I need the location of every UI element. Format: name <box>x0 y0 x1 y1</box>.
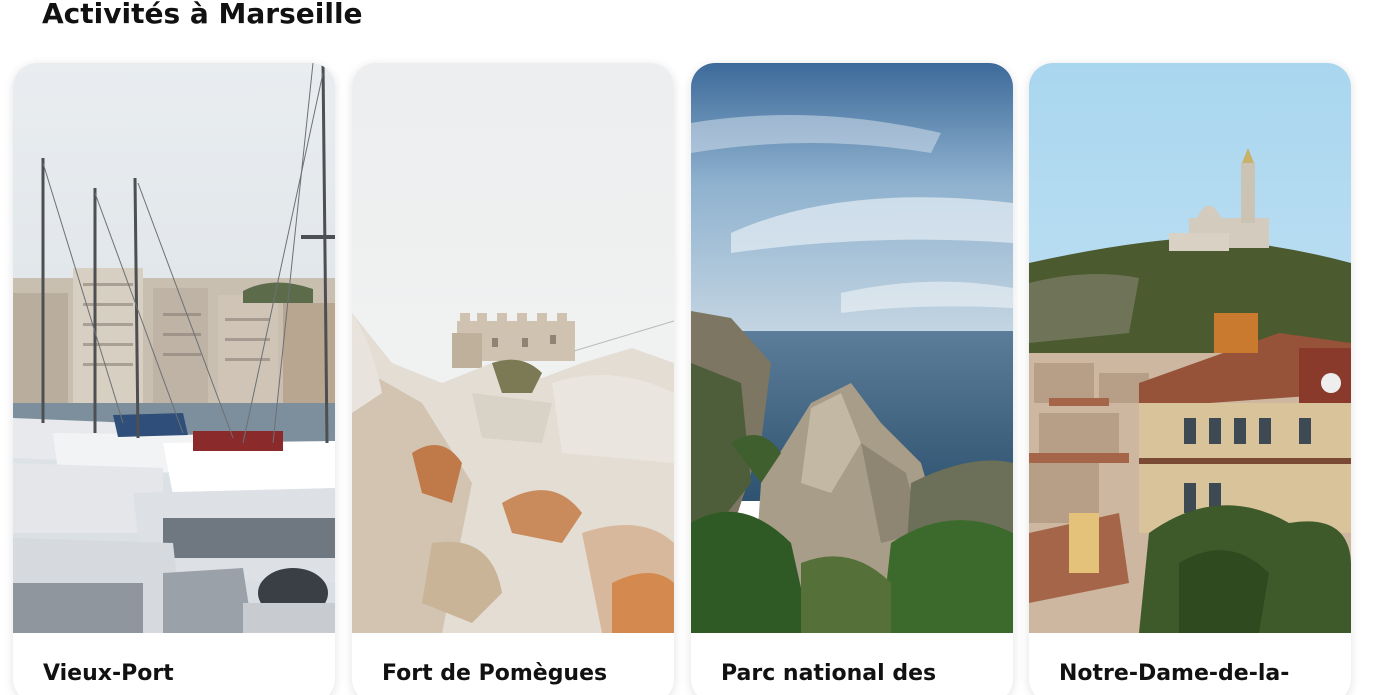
card-title: Fort de Pomègues <box>382 661 608 686</box>
fort-on-rocks-photo <box>352 63 674 633</box>
activity-card-parc-national[interactable]: Parc national des <box>691 63 1013 695</box>
basilica-hill-photo <box>1029 63 1351 633</box>
card-title: Parc national des <box>721 661 937 686</box>
section-title: Activités à Marseille <box>42 0 363 30</box>
activity-card-fort-de-pomegues[interactable]: Fort de Pomègues <box>352 63 674 695</box>
card-title: Notre-Dame-de-la- <box>1059 661 1290 686</box>
activity-card-vieux-port[interactable]: Vieux-Port <box>13 63 335 695</box>
calanques-coast-photo <box>691 63 1013 633</box>
card-title: Vieux-Port <box>43 661 174 686</box>
activity-card-notre-dame[interactable]: Notre-Dame-de-la- <box>1029 63 1351 695</box>
activities-section: Activités à Marseille Vieux-Port Fort de… <box>0 0 1375 695</box>
harbor-boats-photo <box>13 63 335 633</box>
